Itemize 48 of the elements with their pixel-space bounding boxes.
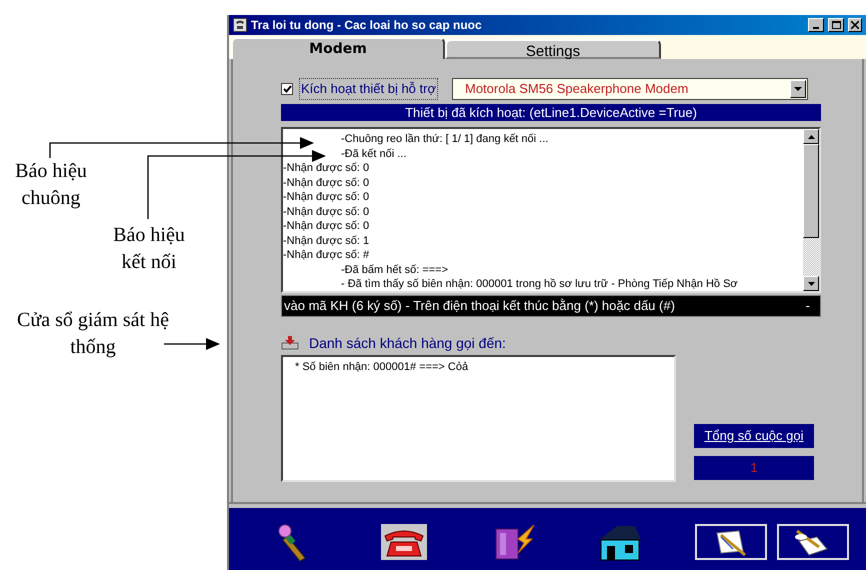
annotation-label: Báo hiệu kết nối [112, 223, 186, 275]
log-line: -Nhận được số: 0 [283, 176, 370, 190]
toolbar-button[interactable] [695, 524, 767, 560]
checkbox[interactable] [281, 83, 293, 95]
minimize-button[interactable] [808, 18, 824, 32]
maximize-icon [832, 21, 840, 29]
scroll-thumb[interactable] [803, 144, 819, 238]
dropdown-button[interactable] [790, 80, 806, 98]
close-button[interactable] [848, 18, 862, 32]
log-line: -Nhận được số: 1 [283, 234, 370, 248]
ticker-text: vào mã KH (6 ký số) - Trên điện thoại kết thúc bằng (*) hoặc dấu (#) [284, 297, 676, 316]
telephone-icon [381, 524, 427, 560]
arrow [164, 338, 220, 350]
scroll-down-button[interactable] [803, 276, 819, 291]
caret-icon [794, 87, 802, 91]
status-banner: Thiết bị đã kích hoạt: (etLine1.DeviceActive =True) [281, 104, 821, 121]
caller-entry[interactable]: * Số biên nhận: 000001# ===> Cỏả [295, 360, 674, 374]
maximize-button[interactable] [828, 18, 844, 32]
window-title: Tra loi tu dong - Cac loai ho so cap nuoc [251, 17, 483, 34]
close-icon [851, 21, 859, 29]
log-line: -Chuông reo lần thứ: [ 1/ 1] đang kết nối ... [340, 132, 550, 146]
log-line: -Nhận được số: 0 [283, 219, 370, 234]
section-title: Danh sách khách hàng gọi đến: [309, 334, 506, 353]
checkbox-label[interactable]: Kích hoạt thiết bị hỗ trợ [299, 78, 438, 100]
total-calls-count: 1 [694, 456, 814, 480]
log-line: -Đã kết nối ... [340, 146, 408, 161]
scroll-up-button[interactable] [803, 129, 819, 144]
log-line: -Nhận được số: 0 [283, 161, 370, 176]
toolbar-icon-button[interactable] [379, 521, 429, 563]
log-line: -Nhận được số: 0 [283, 204, 370, 219]
phone-icon [233, 18, 247, 32]
log-line: -Đã bấm hết số: ===> [340, 262, 450, 277]
tab[interactable]: Settings [445, 39, 661, 59]
annotation-label: Cửa sổ giám sát hệ thống [16, 308, 170, 360]
annotation-label: Báo hiệu chuông [14, 159, 88, 211]
total-calls-link[interactable]: Tổng số cuộc gọi [694, 424, 814, 448]
modem-dropdown[interactable]: Motorola SM56 Speakerphone Modem [452, 78, 808, 100]
log-line: -Nhận được số: 0 [283, 190, 370, 204]
scrollbar[interactable] [803, 129, 819, 291]
toolbar-button[interactable] [777, 524, 849, 560]
tab[interactable]: Modem [231, 37, 445, 59]
down-arrow-icon [808, 282, 814, 286]
up-arrow-icon [808, 134, 814, 138]
minimize-icon [813, 27, 819, 29]
log-line: - Đã tìm thấy số biên nhận: 000001 trong hồ sơ lưu trữ - Phòng Tiếp Nhận Hồ Sơ [340, 277, 739, 291]
inbox-icon [281, 336, 299, 350]
log-line: -Nhận được số: # [283, 248, 370, 262]
ticker-text: - [806, 297, 811, 316]
